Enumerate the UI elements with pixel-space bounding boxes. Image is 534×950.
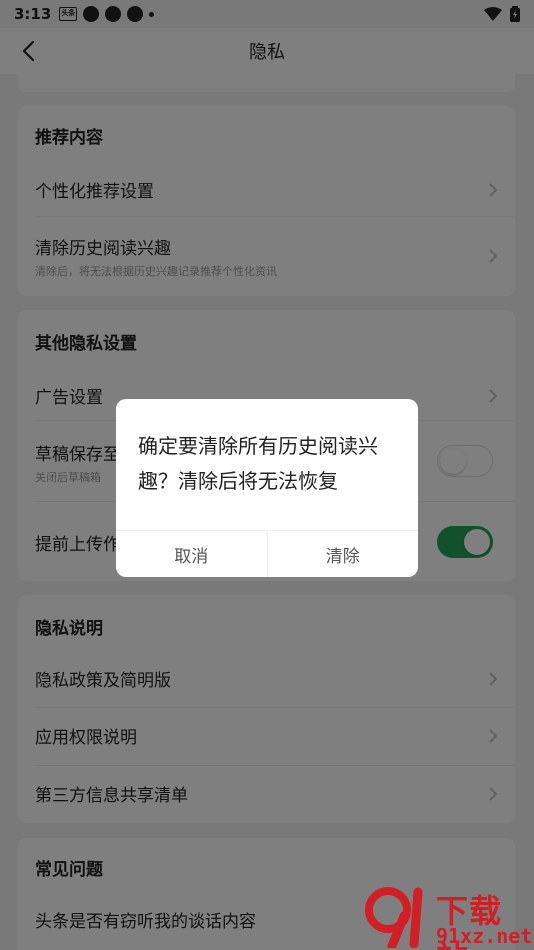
site-watermark: 下载站 91xz.net xyxy=(360,880,534,950)
clear-button[interactable]: 清除 xyxy=(266,531,419,577)
watermark-url: 91xz.net xyxy=(436,924,533,948)
dialog-message: 确定要清除所有历史阅读兴趣？清除后将无法恢复 xyxy=(138,434,378,493)
watermark-logo-icon xyxy=(365,887,423,948)
dialog-actions: 取消 清除 xyxy=(116,530,418,577)
confirm-dialog: 确定要清除所有历史阅读兴趣？清除后将无法恢复 取消 清除 xyxy=(116,399,418,577)
cancel-button[interactable]: 取消 xyxy=(116,531,267,577)
